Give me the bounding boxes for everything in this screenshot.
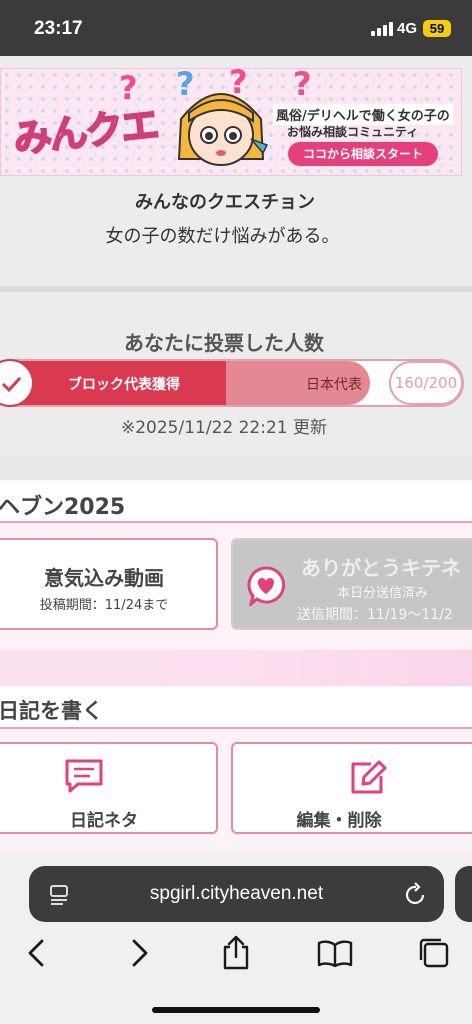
diary-section-header: 日記を書く [0, 687, 472, 729]
motivation-video-period: 投稿期間：11/24まで [39, 598, 169, 613]
edit-delete-label: 編集・削除 [296, 811, 382, 831]
reload-icon[interactable] [405, 882, 427, 906]
diary-topic-label: 日記ネタ [70, 811, 138, 831]
vote-tier1-label: ブロック代表獲得 [68, 377, 180, 393]
network-type: 4G [397, 20, 418, 37]
next-tab-preview[interactable] [455, 866, 472, 922]
thanks-kitene-period: 送信期間：11/19〜11/2 [297, 607, 453, 623]
edit-pencil-icon [351, 760, 387, 794]
share-icon[interactable] [218, 935, 254, 971]
url-text: spgirl.cityheaven.net [149, 883, 324, 904]
tabs-icon[interactable] [416, 935, 452, 971]
section-divider [0, 455, 472, 481]
section-divider [0, 286, 472, 292]
banner-cta-button[interactable]: ココから相談スタート [288, 142, 438, 166]
question-subtitle: 女の子の数だけ悩みがある。 [105, 226, 340, 247]
heart-bubble-icon [247, 566, 285, 606]
edit-delete-card[interactable]: 編集・削除 [231, 742, 472, 834]
battery-icon: 59 [423, 20, 451, 37]
forward-icon[interactable] [120, 935, 156, 971]
address-bar[interactable]: spgirl.cityheaven.net [29, 866, 444, 922]
question-title: みんなのクエスチョン [135, 192, 315, 213]
question-mark-icon: ? [293, 68, 312, 103]
minkue-banner[interactable]: ? ? ? ? みんクエ 風俗/デリヘルで働く女の子の お悩み相談コミュニティ … [0, 68, 462, 176]
cellular-signal-icon [371, 21, 393, 36]
diary-section-title: 日記を書く [0, 699, 103, 723]
mascot-girl-illustration [177, 93, 269, 166]
heaven-section-header: ヘブン2025 [0, 481, 472, 523]
bookmarks-icon[interactable] [317, 935, 353, 971]
status-time: 23:17 [34, 18, 83, 39]
motivation-video-title: 意気込み動画 [44, 566, 164, 590]
banner-caption-line1: 風俗/デリヘルで働く女の子の [273, 104, 453, 125]
thanks-kitene-status: 本日分送信済み [337, 586, 429, 601]
diary-topic-card[interactable]: 日記ネタ [0, 742, 218, 834]
back-icon[interactable] [20, 935, 56, 971]
thanks-kitene-title: ありがとうキテネ [301, 556, 461, 580]
vote-title: あなたに投票した人数 [124, 331, 324, 355]
status-bar: 23:17 4G 59 [0, 0, 472, 56]
motivation-video-card[interactable]: 意気込み動画 投稿期間：11/24まで [0, 538, 218, 630]
thanks-kitene-card[interactable]: ありがとうキテネ 本日分送信済み 送信期間：11/19〜11/2 [231, 538, 472, 630]
heaven-section-footer-bg [0, 650, 472, 686]
banner-caption-line2: お悩み相談コミュニティ [287, 125, 419, 139]
home-indicator [152, 1007, 320, 1013]
heaven-section-title: ヘブン2025 [0, 495, 126, 520]
vote-updated-time: ※2025/11/22 22:21 更新 [120, 418, 328, 438]
vote-tier2-label: 日本代表 [306, 377, 362, 393]
vote-count-badge: 160/200 [389, 361, 463, 405]
chat-bubble-icon [65, 759, 103, 793]
